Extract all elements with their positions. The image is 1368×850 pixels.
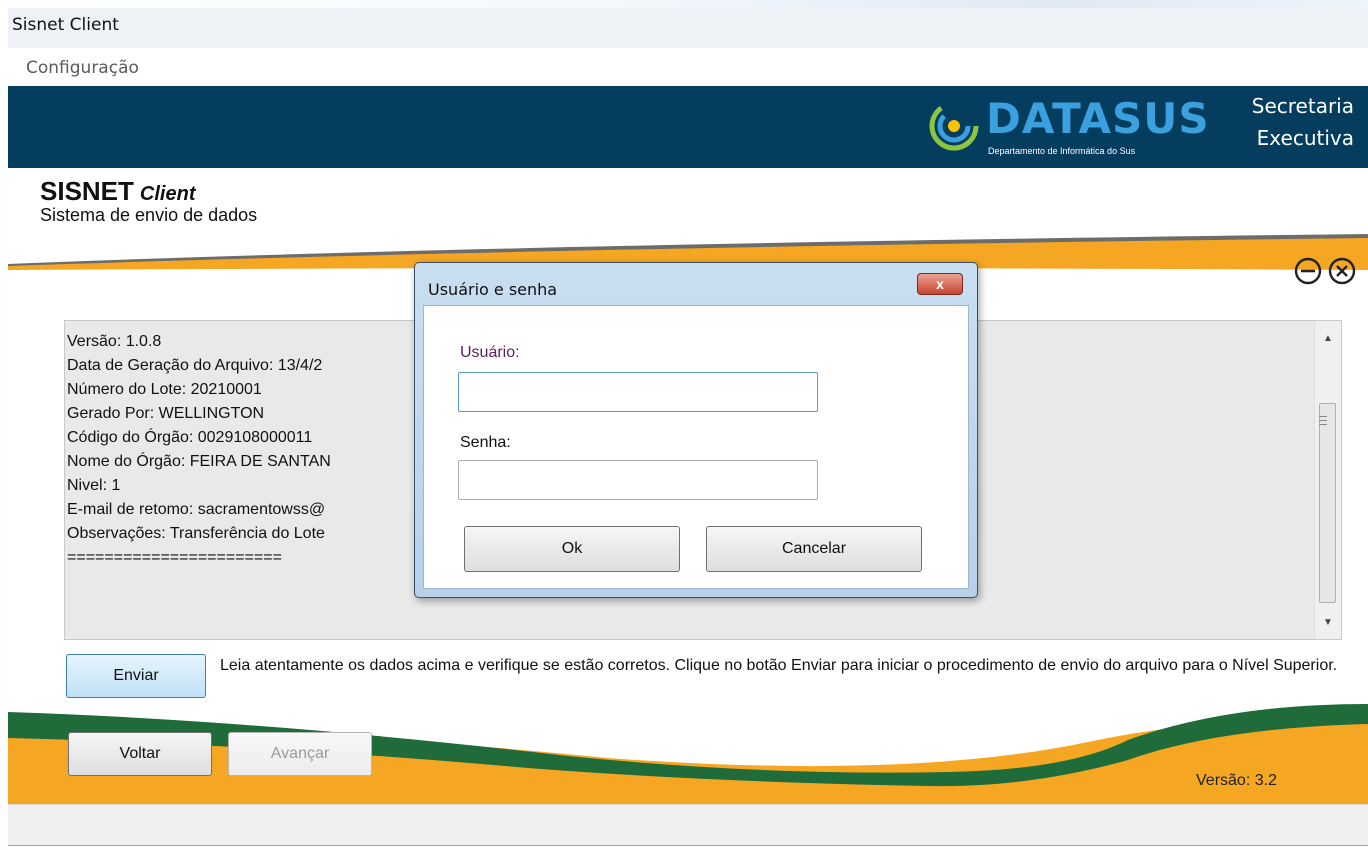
- window-controls: [1294, 257, 1356, 285]
- detail-line: Código do Órgão: 0029108000011: [67, 429, 313, 446]
- instructions-text: Leia atentamente os dados acima e verifi…: [220, 657, 1338, 674]
- login-dialog: Usuário e senha x Usuário: Senha: Ok Can…: [414, 262, 978, 598]
- menu-bar: Configuração: [8, 48, 1368, 86]
- vertical-scrollbar[interactable]: ▲ ▼: [1314, 321, 1341, 639]
- datasus-logo: DATASUS Departamento de Informática do S…: [928, 94, 1209, 158]
- close-icon: x: [936, 276, 944, 292]
- product-name: SISNET Client: [40, 176, 257, 207]
- footer-decorative-band: [8, 704, 1368, 808]
- password-input[interactable]: [458, 460, 818, 500]
- x-circle-icon[interactable]: [1328, 257, 1356, 285]
- detail-line: Versão: 1.0.8: [67, 333, 162, 350]
- datasus-logo-text: DATASUS: [986, 94, 1210, 143]
- detail-line: E-mail de retomo: sacramentowss@: [67, 501, 326, 518]
- menu-item-configuracao[interactable]: Configuração: [26, 58, 139, 78]
- dialog-close-button[interactable]: x: [917, 273, 963, 295]
- title-bar: Sisnet Client: [8, 8, 1368, 48]
- header-banner: DATASUS Departamento de Informática do S…: [8, 86, 1368, 168]
- detail-line: Gerado Por: WELLINGTON: [67, 405, 265, 422]
- grip-icon: [1319, 413, 1327, 428]
- status-bar: [8, 804, 1368, 846]
- detail-line: =======================: [67, 549, 282, 566]
- datasus-logo-subtitle: Departamento de Informática do Sus: [988, 146, 1136, 156]
- avancar-button[interactable]: Avançar: [228, 732, 372, 776]
- window-title: Sisnet Client: [12, 15, 119, 35]
- product-subtitle: Sistema de envio de dados: [40, 205, 258, 225]
- detail-line: Data de Geração do Arquivo: 13/4/2: [67, 357, 323, 374]
- voltar-button[interactable]: Voltar: [68, 732, 212, 776]
- detail-line: Número do Lote: 20210001: [67, 381, 262, 398]
- secretaria-line-1: Secretaria: [1251, 94, 1354, 118]
- detail-line: Observações: Transferência do Lote: [67, 525, 325, 542]
- detail-line: Nome do Órgão: FEIRA DE SANTAN: [67, 453, 331, 470]
- dialog-title: Usuário e senha: [428, 280, 558, 299]
- chevron-up-icon[interactable]: ▲: [1315, 329, 1341, 349]
- main-window: Sisnet Client Configuração DATASUS Depar…: [8, 8, 1368, 850]
- version-label: Versão: 3.2: [1196, 772, 1277, 789]
- cancel-button[interactable]: Cancelar: [706, 526, 922, 572]
- detail-line: Nivel: 1: [67, 477, 121, 494]
- enviar-button[interactable]: Enviar: [66, 654, 206, 698]
- chevron-down-icon[interactable]: ▼: [1315, 613, 1341, 633]
- password-label: Senha:: [460, 434, 511, 451]
- product-name-suffix: Client: [139, 183, 196, 205]
- product-name-main: SISNET: [40, 176, 134, 206]
- ok-button[interactable]: Ok: [464, 526, 680, 572]
- secretaria-line-2: Executiva: [1256, 126, 1354, 150]
- datasus-swirl-icon: [929, 101, 979, 151]
- product-heading: SISNET Client Sistema de envio de dados: [40, 176, 257, 226]
- scrollbar-thumb[interactable]: [1319, 403, 1336, 603]
- minus-circle-icon[interactable]: [1294, 257, 1322, 285]
- dialog-body: Usuário: Senha: Ok Cancelar: [423, 305, 969, 589]
- username-input[interactable]: [458, 372, 818, 412]
- username-label: Usuário:: [460, 344, 520, 361]
